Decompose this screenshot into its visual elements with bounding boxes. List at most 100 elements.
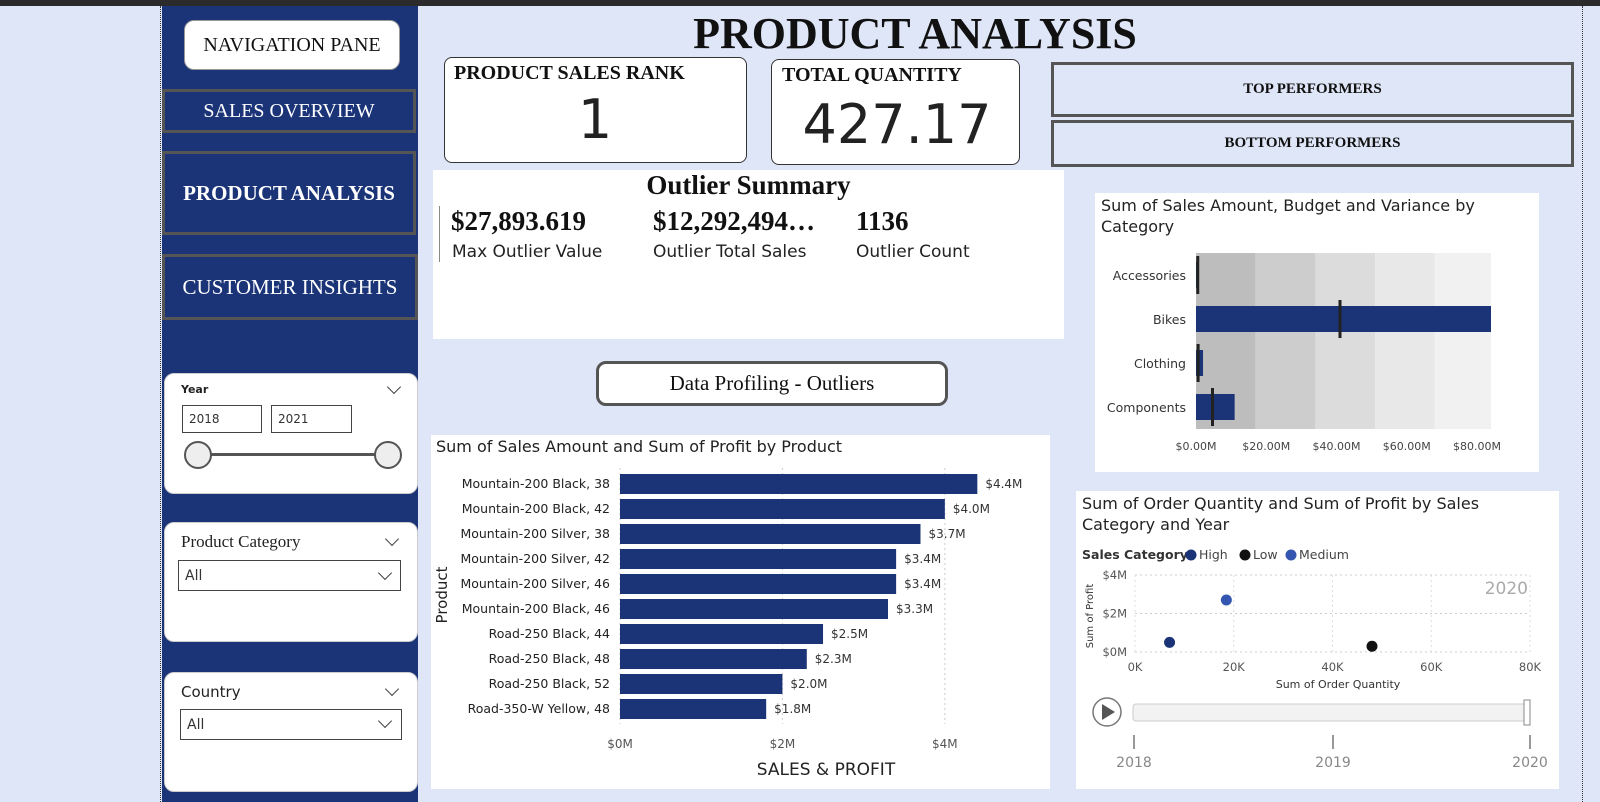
product-sales-chart-panel: Sum of Sales Amount and Sum of Profit by… [431, 435, 1050, 789]
x-tick-label: $60.00M [1383, 440, 1431, 453]
x-tick-label: $0.00M [1176, 440, 1217, 453]
data-label: $1.8M [774, 702, 811, 716]
product-category-label: Product Category [181, 532, 301, 551]
qualitative-band [1434, 253, 1491, 429]
product-sales-rank-title: PRODUCT SALES RANK [454, 62, 685, 84]
play-axis-year-label: 2018 [1116, 755, 1152, 771]
x-tick-label: $20.00M [1242, 440, 1290, 453]
bottom-performers-button[interactable]: BOTTOM PERFORMERS [1051, 120, 1574, 167]
category-label: Road-250 Black, 44 [489, 626, 610, 641]
bar [620, 549, 897, 569]
year-from-input[interactable]: 2018 [182, 405, 262, 433]
x-tick-label: $0M [607, 737, 633, 751]
play-axis-track[interactable] [1132, 703, 1529, 722]
legend-label: Low [1253, 547, 1278, 562]
data-label: $2.5M [831, 627, 868, 641]
outlier-count-label: Outlier Count [856, 242, 970, 262]
y-axis-title: Product [433, 566, 451, 623]
nav-sales-overview-button[interactable]: SALES OVERVIEW [162, 89, 416, 133]
data-label: $4.4M [985, 477, 1022, 491]
product-category-dropdown[interactable]: All [178, 560, 401, 591]
chevron-down-icon[interactable] [384, 681, 400, 697]
category-label: Bikes [1153, 312, 1186, 327]
x-tick-label: $80.00M [1453, 440, 1501, 453]
legend-marker [1285, 549, 1297, 561]
product-sales-rank-card: PRODUCT SALES RANK 1 [444, 57, 747, 163]
top-performers-button[interactable]: TOP PERFORMERS [1051, 62, 1574, 117]
x-axis-title: Sum of Order Quantity [1276, 678, 1401, 691]
data-label: $3.4M [904, 577, 941, 591]
bar [620, 649, 807, 669]
y-axis-title: Sum of Profit [1085, 584, 1096, 649]
y-tick-label: $2M [1102, 607, 1127, 621]
bar [1196, 306, 1491, 332]
data-label: $3.7M [928, 527, 965, 541]
bar [620, 699, 767, 719]
category-label: Mountain-200 Black, 46 [462, 601, 610, 616]
x-axis-title: SALES & PROFIT [757, 760, 896, 780]
legend-label: Medium [1299, 547, 1349, 562]
x-tick-label: $2M [770, 737, 796, 751]
bar [620, 674, 783, 694]
left-gutter [0, 6, 161, 802]
data-label: $3.4M [904, 552, 941, 566]
category-label: Mountain-200 Black, 38 [462, 476, 610, 491]
bar [620, 499, 945, 519]
year-slider-track[interactable] [197, 453, 387, 456]
category-label: Road-250 Black, 48 [489, 651, 610, 666]
year-slider-start-handle[interactable] [184, 441, 212, 469]
x-tick-label: 60K [1420, 660, 1443, 674]
bar [620, 624, 824, 644]
data-label: $3.3M [896, 602, 933, 616]
chevron-down-icon[interactable] [384, 531, 400, 547]
category-label: Mountain-200 Silver, 38 [460, 526, 610, 541]
qualitative-band [1255, 253, 1316, 429]
nav-customer-insights-button[interactable]: CUSTOMER INSIGHTS [162, 254, 418, 320]
category-label: Components [1107, 400, 1186, 415]
navigation-pane-header: NAVIGATION PANE [184, 20, 400, 70]
outlier-summary-panel: Outlier Summary $27,893.619 Max Outlier … [433, 170, 1064, 339]
right-edge-divider [1582, 6, 1583, 802]
y-tick-label: $4M [1102, 568, 1127, 582]
nav-product-analysis-button[interactable]: PRODUCT ANALYSIS [162, 151, 416, 235]
country-dropdown[interactable]: All [180, 709, 402, 740]
outlier-total-sales-label: Outlier Total Sales [653, 242, 807, 262]
data-label: $2.0M [790, 677, 827, 691]
outlier-divider [439, 206, 440, 262]
outlier-summary-title: Outlier Summary [646, 170, 851, 200]
total-quantity-card: TOTAL QUANTITY 427.17 [771, 59, 1020, 165]
x-tick-label: 40K [1321, 660, 1344, 674]
category-budget-chart-panel: Sum of Sales Amount, Budget and Variance… [1095, 193, 1539, 472]
legend-title: Sales Category [1082, 547, 1188, 562]
x-tick-label: 80K [1519, 660, 1542, 674]
year-slider-end-handle[interactable] [374, 441, 402, 469]
data-point [1366, 640, 1378, 652]
qualitative-band [1375, 253, 1435, 429]
data-point [1164, 636, 1176, 648]
page-title: PRODUCT ANALYSIS [693, 9, 1137, 58]
total-quantity-title: TOTAL QUANTITY [782, 64, 962, 86]
legend-marker [1239, 549, 1251, 561]
y-tick-label: $0M [1102, 645, 1127, 659]
data-profiling-outliers-button[interactable]: Data Profiling - Outliers [596, 361, 948, 406]
qualitative-band [1315, 253, 1376, 429]
country-slicer: Country All [164, 672, 418, 792]
bar [620, 599, 888, 619]
category-label: Mountain-200 Silver, 46 [460, 576, 610, 591]
data-label: $2.3M [815, 652, 852, 666]
bar [620, 474, 978, 494]
year-slicer: Year 2018 2021 [164, 373, 418, 494]
play-axis-handle[interactable] [1523, 699, 1531, 726]
year-to-input[interactable]: 2021 [271, 405, 352, 433]
play-axis-year-label: 2020 [1512, 755, 1548, 771]
product-bar-chart: $0M $2M $4M Mountain-200 Black, 38 $4.4M Moun… [433, 468, 1022, 780]
category-bullet-chart: $0.00M $20.00M $40.00M $60.00M $80.00M Access… [1107, 253, 1501, 453]
chevron-down-icon[interactable] [386, 379, 402, 395]
x-tick-label: 0K [1128, 660, 1143, 674]
scatter-chart: Sales Category High Low Medium $0M $2M $4M 0K 20… [1082, 547, 1548, 771]
category-label: Road-250 Black, 52 [489, 676, 610, 691]
bar [1196, 394, 1235, 420]
category-label: Accessories [1113, 268, 1186, 283]
play-axis-year-label: 2019 [1315, 755, 1351, 771]
data-point [1220, 594, 1232, 606]
